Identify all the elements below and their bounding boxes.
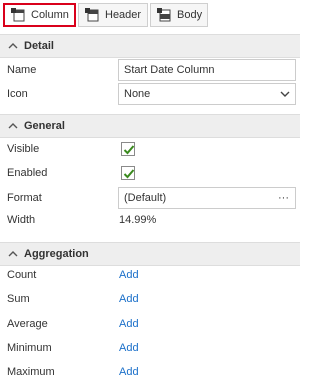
add-average-link[interactable]: Add [119,318,139,330]
tab-header-label: Header [105,9,142,21]
section-title-detail: Detail [24,40,54,52]
enabled-label: Enabled [7,167,48,179]
name-field[interactable]: Start Date Column [118,59,296,81]
chevron-up-icon [8,249,18,259]
enabled-checkbox[interactable] [121,166,135,180]
format-value: (Default) [124,192,167,204]
visible-row: Visible [0,137,300,161]
add-sum-link[interactable]: Add [119,293,139,305]
add-count-link[interactable]: Add [119,269,139,281]
section-title-general: General [24,120,65,132]
aggregation-row-maximum: Maximum Add [0,360,300,383]
format-row: Format (Default) ··· [0,186,300,210]
check-icon [123,145,135,155]
add-minimum-link[interactable]: Add [119,342,139,354]
section-title-aggregation: Aggregation [24,248,89,260]
aggregation-row-average: Average Add [0,312,300,336]
column-icon [11,8,27,22]
chevron-up-icon [8,121,18,131]
header-icon [85,8,101,22]
section-header-general[interactable]: General [0,114,300,138]
visible-checkbox[interactable] [121,142,135,156]
tab-body-label: Body [177,9,203,21]
name-value: Start Date Column [124,64,215,76]
tab-column-label: Column [31,9,69,21]
name-label: Name [7,64,37,76]
name-row: Name Start Date Column [0,58,300,82]
body-icon [157,8,173,22]
add-maximum-link[interactable]: Add [119,366,139,378]
format-field[interactable]: (Default) ··· [118,187,296,209]
width-value: 14.99% [119,214,157,226]
chevron-up-icon [8,41,18,51]
aggregation-row-count: Count Add [0,263,300,287]
check-icon [123,169,135,179]
aggregation-label: Minimum [7,342,52,354]
aggregation-row-minimum: Minimum Add [0,336,300,360]
width-row: Width 14.99% [0,208,300,232]
tab-body[interactable]: Body [150,3,208,27]
aggregation-label: Sum [7,293,30,305]
aggregation-label: Average [7,318,48,330]
icon-select-value: None [124,88,151,100]
aggregation-label: Maximum [7,366,55,378]
tab-header[interactable]: Header [78,3,148,27]
icon-select[interactable]: None [118,83,296,105]
icon-row: Icon None [0,82,300,106]
aggregation-row-sum: Sum Add [0,287,300,311]
enabled-row: Enabled [0,161,300,185]
visible-label: Visible [7,143,40,155]
chevron-down-icon [280,89,290,99]
tab-column[interactable]: Column [3,3,76,27]
width-label: Width [7,214,36,226]
tab-bar: Column Header Body [0,0,300,30]
aggregation-label: Count [7,269,37,281]
section-header-detail[interactable]: Detail [0,34,300,58]
ellipsis-button[interactable]: ··· [278,192,289,204]
format-label: Format [7,192,42,204]
icon-label: Icon [7,88,28,100]
